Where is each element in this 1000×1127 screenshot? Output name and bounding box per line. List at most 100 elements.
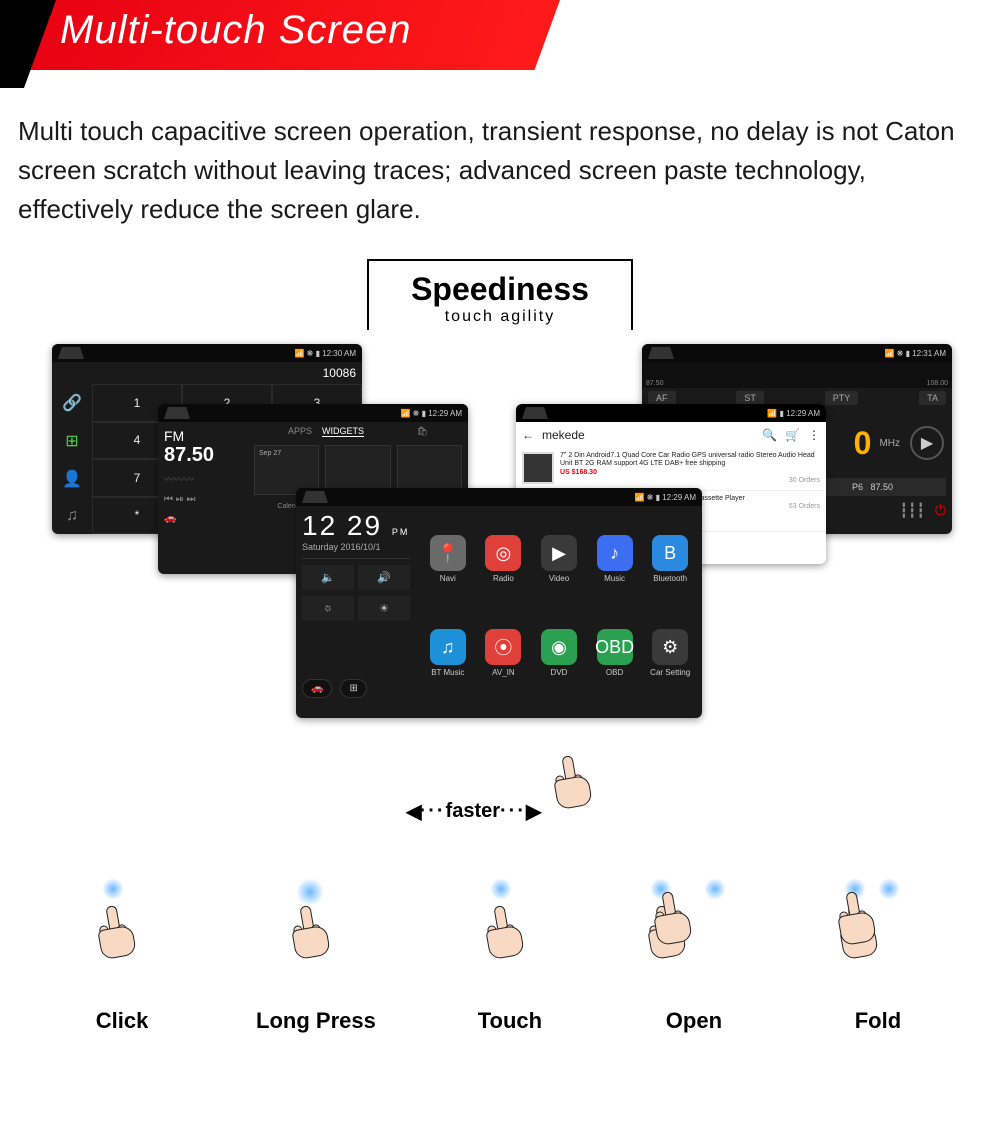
- app-label: Video: [549, 574, 569, 583]
- app-video: ▶ Video: [533, 514, 585, 604]
- hand-icon: [538, 744, 599, 822]
- app-icon: ◉: [541, 629, 577, 665]
- ta-button: TA: [919, 391, 946, 405]
- status-time: 12:30 AM: [322, 349, 356, 358]
- app-dvd: ◉ DVD: [533, 608, 585, 698]
- app-icon: ▶: [541, 535, 577, 571]
- gesture-label: Fold: [855, 1008, 901, 1034]
- app-icon: OBD: [597, 629, 633, 665]
- search-query: mekede: [542, 428, 754, 442]
- af-button: AF: [648, 391, 676, 405]
- scale-start: 87.50: [646, 380, 664, 387]
- arrow-left-icon: ◀: [406, 799, 419, 824]
- status-bar: 📶 ❋ ▮ 12:30 AM: [52, 344, 362, 362]
- bright-high-icon: ☀: [358, 596, 410, 621]
- app-icon: ◎: [485, 535, 521, 571]
- app-bt-music: ♫ BT Music: [422, 608, 474, 698]
- car-icon: 🚗: [158, 509, 248, 528]
- product-title: 7" 2 Din Android7.1 Quad Core Car Radio …: [560, 452, 820, 469]
- clock-time: 12 29: [302, 510, 382, 541]
- app-label: DVD: [551, 668, 568, 677]
- status-bar: 📶 ❋ ▮ 12:29 AM: [158, 404, 468, 422]
- car-pill-icon: 🚗: [302, 679, 332, 698]
- status-bar: 📶 ❋ ▮ 12:29 AM: [296, 488, 702, 506]
- shop-header: ← mekede 🔍 🛒 ⋮: [516, 422, 826, 448]
- gesture-label: Open: [666, 1008, 722, 1034]
- gesture-fold: Fold: [828, 884, 928, 1034]
- play-button-icon: ▶: [910, 426, 944, 460]
- faster-label: faster: [446, 800, 500, 823]
- radio-unit: MHz: [879, 438, 900, 449]
- description-text: Multi touch capacitive screen operation,…: [0, 92, 1000, 229]
- wave-icon: 〰〰〰: [158, 467, 248, 490]
- status-time: 12:29 AM: [428, 409, 462, 418]
- app-icon: ♪: [597, 535, 633, 571]
- shop-icon: 🛍: [417, 426, 428, 437]
- app-navi: 📍 Navi: [422, 514, 474, 604]
- header-title: Multi-touch Screen: [60, 8, 411, 53]
- product-price: US $168.30: [560, 469, 820, 477]
- volume-controls: 🔈🔊: [302, 565, 410, 590]
- gesture-label: Long Press: [256, 1008, 376, 1034]
- link-icon: 🔗: [62, 393, 82, 413]
- speediness-title: Speediness: [411, 271, 589, 308]
- app-bluetooth: B Bluetooth: [644, 514, 696, 604]
- app-label: BT Music: [431, 668, 464, 677]
- app-label: AV_IN: [492, 668, 515, 677]
- arrow-right-icon: ▶: [526, 799, 539, 824]
- media-controls: ⏮ ⏯ ⏭: [158, 490, 248, 509]
- fm-value: 87.50: [158, 444, 248, 467]
- keypad-icon: ⊞: [65, 431, 78, 451]
- search-icon: 🔍: [762, 428, 777, 442]
- gesture-long-press: Long Press: [256, 884, 376, 1034]
- speediness-subtitle: touch agility: [411, 308, 589, 326]
- app-icon: ⦿: [485, 629, 521, 665]
- gesture-open: Open: [644, 884, 744, 1034]
- st-button: ST: [736, 391, 764, 405]
- cart-icon: 🛒: [785, 428, 800, 442]
- status-bar: 📶 ❋ ▮ 12:31 AM: [642, 344, 952, 362]
- power-icon: ⏻: [935, 502, 946, 519]
- status-bar: 📶 ▮ 12:29 AM: [516, 404, 826, 422]
- widgets-tab: WIDGETS: [322, 426, 364, 437]
- app-label: Music: [604, 574, 625, 583]
- app-icon: ♫: [430, 629, 466, 665]
- gestures-row: Click Long Press Touch Open Fold: [0, 884, 1000, 1064]
- dialer-display: 10086: [52, 362, 362, 384]
- clock-date: Saturday 2016/10/1: [302, 542, 410, 559]
- app-label: Navi: [440, 574, 456, 583]
- app-label: OBD: [606, 668, 623, 677]
- apps-pill-icon: ⊞: [340, 679, 366, 698]
- fm-label: FM: [158, 422, 248, 444]
- speediness-box: Speediness touch agility: [367, 259, 633, 330]
- header-banner: Multi-touch Screen: [0, 0, 1000, 92]
- bright-low-icon: ☼: [302, 596, 354, 621]
- app-label: Bluetooth: [653, 574, 687, 583]
- more-icon: ⋮: [808, 428, 820, 442]
- app-av-in: ⦿ AV_IN: [478, 608, 530, 698]
- gesture-label: Click: [96, 1008, 149, 1034]
- app-icon: B: [652, 535, 688, 571]
- app-obd: OBD OBD: [589, 608, 641, 698]
- product-thumb: [522, 452, 554, 484]
- gesture-label: Touch: [478, 1008, 542, 1034]
- app-icon: 📍: [430, 535, 466, 571]
- faster-section: ◀ ··· faster ··· ▶: [0, 748, 1000, 824]
- app-label: Car Setting: [650, 668, 690, 677]
- gesture-touch: Touch: [460, 884, 560, 1034]
- status-time: 12:31 AM: [912, 349, 946, 358]
- status-time: 12:29 AM: [786, 409, 820, 418]
- dialer-sidebar: 🔗 ⊞ 👤 ♫: [52, 384, 92, 534]
- app-music: ♪ Music: [589, 514, 641, 604]
- status-time: 12:29 AM: [662, 493, 696, 502]
- vol-down-icon: 🔈: [302, 565, 354, 590]
- widget-tabs: APPS WIDGETS 🛍: [248, 422, 468, 441]
- vol-up-icon: 🔊: [358, 565, 410, 590]
- home-screen: 📶 ❋ ▮ 12:29 AM 12 29 PM Saturday 2016/10…: [296, 488, 702, 718]
- contact-icon: 👤: [62, 469, 82, 489]
- product-item: 7" 2 Din Android7.1 Quad Core Car Radio …: [516, 448, 826, 491]
- app-car-setting: ⚙Car Setting: [644, 608, 696, 698]
- brightness-controls: ☼☀: [302, 596, 410, 621]
- product-orders: 30 Orders: [560, 477, 820, 485]
- radio-scale: 87.50 108.00: [642, 362, 952, 388]
